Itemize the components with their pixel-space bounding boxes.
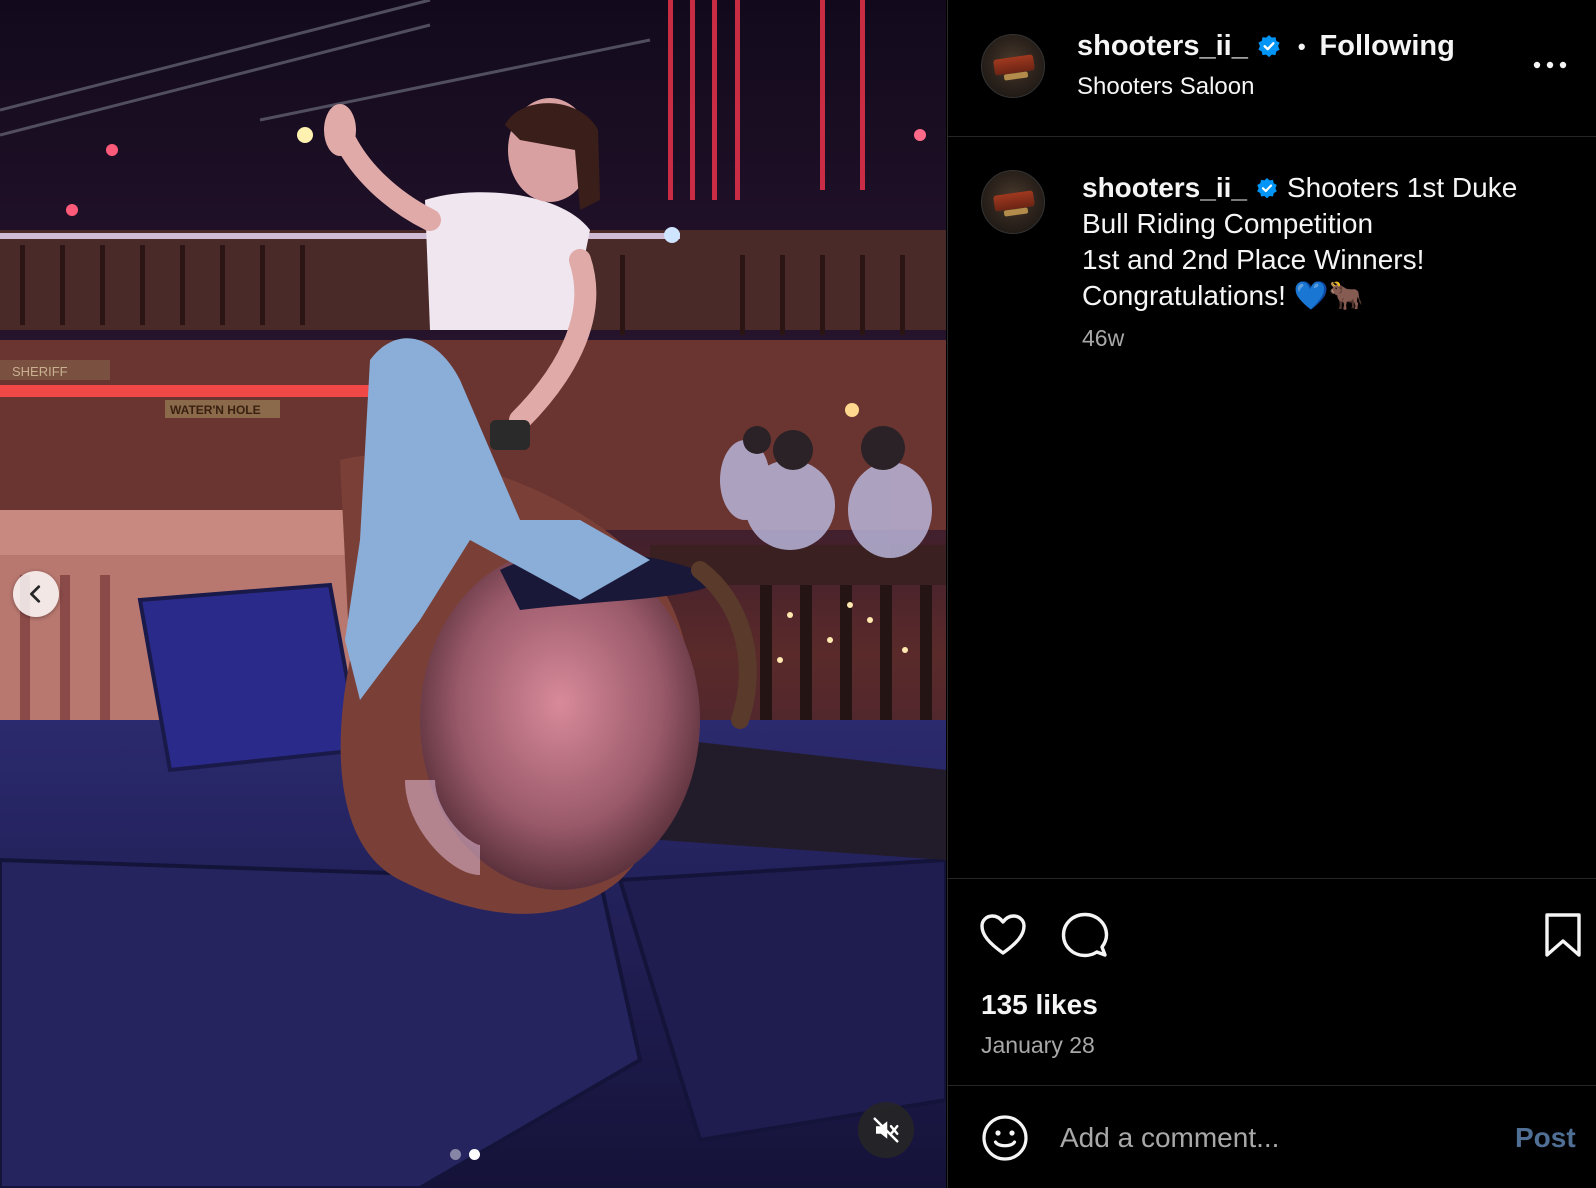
caption-body-line-2: Bull Riding Competition bbox=[1082, 208, 1374, 239]
post-header: shooters_ii_ • Following Shooters Saloon bbox=[948, 0, 1596, 137]
instagram-post-view: SHERIFF WATER'N HOLE shooters_ii_ • Foll… bbox=[0, 0, 1596, 1188]
video-frame: SHERIFF WATER'N HOLE bbox=[0, 0, 946, 1188]
likes-count[interactable]: 135 likes bbox=[981, 989, 1098, 1021]
verified-badge-icon bbox=[1256, 34, 1282, 60]
chevron-left-icon bbox=[30, 585, 41, 603]
verified-badge-icon bbox=[1255, 177, 1279, 201]
caption-body-line-1: Shooters 1st Duke bbox=[1286, 172, 1518, 203]
previous-media-button[interactable] bbox=[13, 571, 59, 617]
caption-timestamp[interactable]: 46w bbox=[1082, 325, 1124, 352]
caption-username-link[interactable]: shooters_ii_ bbox=[1082, 172, 1247, 203]
emoji-picker-button[interactable] bbox=[979, 1112, 1031, 1164]
caption-avatar[interactable] bbox=[981, 170, 1045, 234]
post-actions: 135 likes January 28 bbox=[948, 878, 1596, 1086]
comment-bar: Post bbox=[948, 1087, 1596, 1188]
post-media[interactable]: SHERIFF WATER'N HOLE bbox=[0, 0, 946, 1188]
smiley-face-icon bbox=[982, 1115, 1028, 1161]
like-button[interactable] bbox=[977, 909, 1029, 961]
caption-section: shooters_ii_ Shooters 1st Duke Bull Ridi… bbox=[948, 138, 1596, 878]
header-handle-row: shooters_ii_ • Following bbox=[1077, 30, 1455, 63]
following-button[interactable]: Following bbox=[1320, 30, 1455, 63]
bookmark-icon bbox=[1545, 913, 1581, 957]
caption-text: shooters_ii_ Shooters 1st Duke Bull Ridi… bbox=[1082, 170, 1582, 314]
save-button[interactable] bbox=[1537, 909, 1589, 961]
caption-line-1: shooters_ii_ Shooters 1st Duke bbox=[1082, 170, 1582, 206]
more-horizontal-icon bbox=[1533, 61, 1567, 69]
heart-icon bbox=[980, 914, 1026, 955]
post-date: January 28 bbox=[981, 1032, 1095, 1058]
post-details-panel: shooters_ii_ • Following Shooters Saloon bbox=[947, 0, 1596, 1188]
speaker-muted-icon bbox=[873, 1117, 899, 1143]
comment-input[interactable] bbox=[1060, 1117, 1480, 1159]
comment-bubble-icon bbox=[1061, 912, 1109, 958]
carousel-indicator bbox=[450, 1149, 480, 1160]
caption-body-line-3: 1st and 2nd Place Winners! bbox=[1082, 244, 1425, 275]
avatar[interactable] bbox=[981, 34, 1045, 98]
water-hole-sign: WATER'N HOLE bbox=[170, 403, 261, 417]
mute-toggle-button[interactable] bbox=[858, 1102, 914, 1158]
carousel-dot-active bbox=[469, 1149, 480, 1160]
more-options-button[interactable] bbox=[1526, 52, 1574, 78]
location-link[interactable]: Shooters Saloon bbox=[1077, 73, 1254, 101]
username-link[interactable]: shooters_ii_ bbox=[1077, 30, 1248, 63]
post-comment-button[interactable]: Post bbox=[1515, 1122, 1576, 1154]
header-separator: • bbox=[1297, 33, 1306, 59]
comment-button[interactable] bbox=[1059, 909, 1111, 961]
caption-body-line-4: Congratulations! 💙🐂 bbox=[1082, 280, 1364, 311]
sheriff-sign: SHERIFF bbox=[12, 364, 68, 379]
carousel-dot bbox=[450, 1149, 461, 1160]
